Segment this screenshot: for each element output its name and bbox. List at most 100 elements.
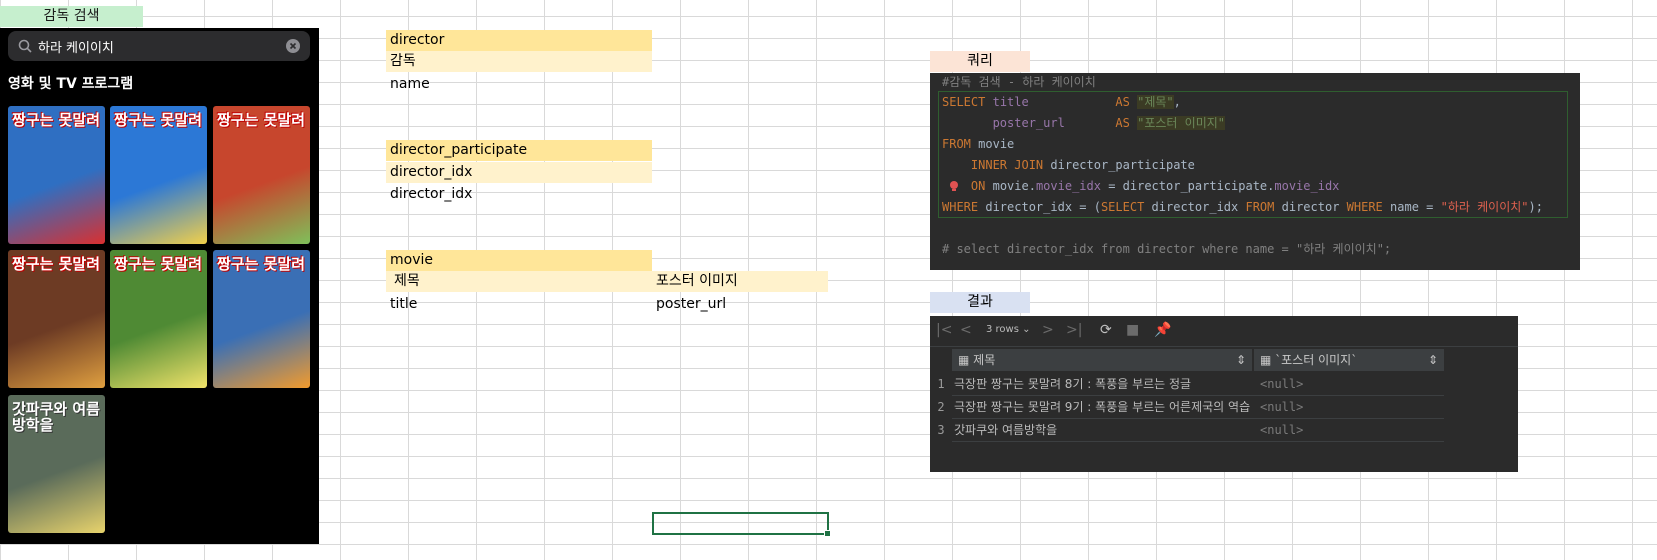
dp-table-name[interactable]: director_participate [386, 140, 652, 161]
poster-4[interactable]: 짱구는 못말려 [8, 250, 105, 388]
kw-where: WHERE [942, 200, 979, 214]
alias-poster: "포스터 이미지" [1137, 116, 1226, 130]
on-right-col: movie_idx [1274, 179, 1340, 193]
poster-title: 짱구는 못말려 [12, 111, 101, 129]
column-poster-label: `포스터 이미지` [1275, 353, 1358, 367]
kw-inner-join: INNER JOIN [970, 158, 1044, 172]
cell-poster[interactable]: <null> [1260, 396, 1440, 418]
where-col: director_idx = ( [985, 200, 1101, 214]
sql-line-3: FROM movie [942, 135, 1014, 153]
on-eq: = director_participate. [1100, 179, 1275, 193]
movie-col1-kr[interactable]: 제목 [386, 271, 652, 292]
kw-sub-where: WHERE [1346, 200, 1383, 214]
director-table-name[interactable]: director [386, 30, 652, 51]
on-left-col: movie_idx [1035, 179, 1101, 193]
search-icon [18, 39, 32, 53]
director-col[interactable]: name [386, 74, 652, 95]
result-toolbar: |< < 3 rows ⌄ > >| ⟳ ■ 📌 [930, 316, 1518, 347]
row-number: 2 [937, 400, 945, 414]
join-table: director_participate [1050, 158, 1195, 172]
comment-top: #감독 검색 - 하라 케이이치 [942, 75, 1096, 89]
stop-icon[interactable]: ■ [1126, 322, 1139, 338]
comment-bottom: # select director_idx from director wher… [942, 242, 1392, 256]
kw-as: AS [1115, 95, 1130, 109]
column-title-label: 제목 [973, 353, 996, 367]
dp-col[interactable]: director_idx [386, 184, 652, 205]
next-page-icon[interactable]: > [1042, 322, 1054, 338]
cell-poster[interactable]: <null> [1260, 419, 1440, 441]
warning-bulb-icon[interactable] [948, 180, 960, 192]
poster-title: 짱구는 못말려 [217, 111, 306, 129]
row-number: 3 [937, 423, 945, 437]
table-icon: ▦ [1260, 353, 1272, 367]
poster-3[interactable]: 짱구는 못말려 [213, 106, 310, 244]
poster-title: 갓파쿠와 여름방학을 [12, 400, 101, 434]
sql-line-2: poster_url AS "포스터 이미지" [942, 114, 1226, 132]
on-left: movie. [992, 179, 1036, 193]
table-row[interactable]: 3 갓파쿠와 여름방학을 <null> [930, 419, 1444, 441]
clear-icon[interactable] [286, 39, 300, 53]
director-col-kr[interactable]: 감독 [386, 51, 652, 72]
alias-title: "제목" [1137, 95, 1174, 109]
sub-cond: name = [1390, 200, 1441, 214]
table-row[interactable]: 2 극장판 짱구는 못말려 9기 : 폭풍을 부르는 어른제국의 역습 <nul… [930, 396, 1444, 418]
cell-title[interactable]: 갓파쿠와 여름방학을 [954, 419, 1254, 441]
sub-value: "하라 케이이치" [1440, 200, 1529, 214]
section-title: 영화 및 TV 프로그램 [8, 76, 134, 92]
kw-select: SELECT [942, 95, 986, 109]
poster-title: 짱구는 못말려 [114, 255, 203, 273]
sort-icon[interactable]: ⇕ [1236, 349, 1246, 371]
cell-poster[interactable]: <null> [1260, 373, 1440, 395]
row-divider [952, 441, 1444, 442]
movie-col2-kr[interactable]: 포스터 이미지 [652, 271, 828, 292]
sql-line-5: ON movie.movie_idx = director_participat… [942, 177, 1340, 195]
poster-title: 짱구는 못말려 [12, 255, 101, 273]
pin-icon[interactable]: 📌 [1154, 322, 1171, 338]
poster-title: 짱구는 못말려 [217, 255, 306, 273]
search-input[interactable]: 하라 케이이치 [38, 37, 114, 56]
cell-title[interactable]: 극장판 짱구는 못말려 9기 : 폭풍을 부르는 어른제국의 역습 [954, 396, 1254, 418]
movie-col2[interactable]: poster_url [652, 294, 828, 315]
kw-on: ON [970, 179, 986, 193]
sql-editor[interactable]: #감독 검색 - 하라 케이이치 SELECT title AS "제목", p… [930, 73, 1580, 270]
col-title: title [992, 95, 1029, 109]
poster-5[interactable]: 짱구는 못말려 [110, 250, 207, 388]
poster-2[interactable]: 짱구는 못말려 [110, 106, 207, 244]
sort-icon[interactable]: ⇕ [1428, 349, 1438, 371]
kw-sub-from: FROM [1245, 200, 1275, 214]
table-icon: ▦ [958, 353, 970, 367]
sql-line-6: WHERE director_idx = (SELECT director_id… [942, 198, 1543, 216]
sql-line-1: SELECT title AS "제목", [942, 95, 1181, 109]
selected-cell[interactable] [652, 512, 831, 537]
dp-col-kr[interactable]: director_idx [386, 162, 652, 183]
from-table: movie [978, 137, 1015, 151]
movie-col1[interactable]: title [386, 294, 652, 315]
prev-page-icon[interactable]: < [960, 322, 972, 338]
closing: ); [1528, 200, 1543, 214]
poster-7[interactable]: 갓파쿠와 여름방학을 [8, 395, 105, 533]
column-header-poster[interactable]: ▦ `포스터 이미지` ⇕ [1254, 349, 1444, 371]
row-number: 1 [937, 377, 945, 391]
rows-dropdown[interactable]: 3 rows ⌄ [986, 324, 1031, 335]
sub-table: director [1281, 200, 1340, 214]
search-tag[interactable]: 감독 검색 [0, 6, 143, 27]
poster-title: 짱구는 못말려 [114, 111, 203, 129]
query-tag[interactable]: 쿼리 [930, 51, 1030, 72]
kw-as-2: AS [1115, 116, 1130, 130]
sub-col: director_idx [1151, 200, 1239, 214]
poster-1[interactable]: 짱구는 못말려 [8, 106, 105, 244]
poster-6[interactable]: 짱구는 못말려 [213, 250, 310, 388]
rows-label: 3 rows [986, 324, 1019, 335]
cell-title[interactable]: 극장판 짱구는 못말려 8기 : 폭풍을 부르는 정글 [954, 373, 1254, 395]
table-row[interactable]: 1 극장판 짱구는 못말려 8기 : 폭풍을 부르는 정글 <null> [930, 373, 1444, 395]
last-page-icon[interactable]: >| [1066, 322, 1082, 338]
phone-search-screenshot: 하라 케이이치 영화 및 TV 프로그램 짱구는 못말려 짱구는 못말려 짱구는… [0, 28, 319, 544]
result-tag[interactable]: 결과 [930, 292, 1030, 313]
col-poster: poster_url [992, 116, 1065, 130]
sql-line-4: INNER JOIN director_participate [942, 156, 1195, 174]
refresh-icon[interactable]: ⟳ [1100, 322, 1112, 338]
search-bar[interactable]: 하라 케이이치 [8, 31, 310, 61]
column-header-title[interactable]: ▦ 제목 ⇕ [952, 349, 1252, 371]
movie-table-name[interactable]: movie [386, 250, 652, 271]
first-page-icon[interactable]: |< [936, 322, 952, 338]
